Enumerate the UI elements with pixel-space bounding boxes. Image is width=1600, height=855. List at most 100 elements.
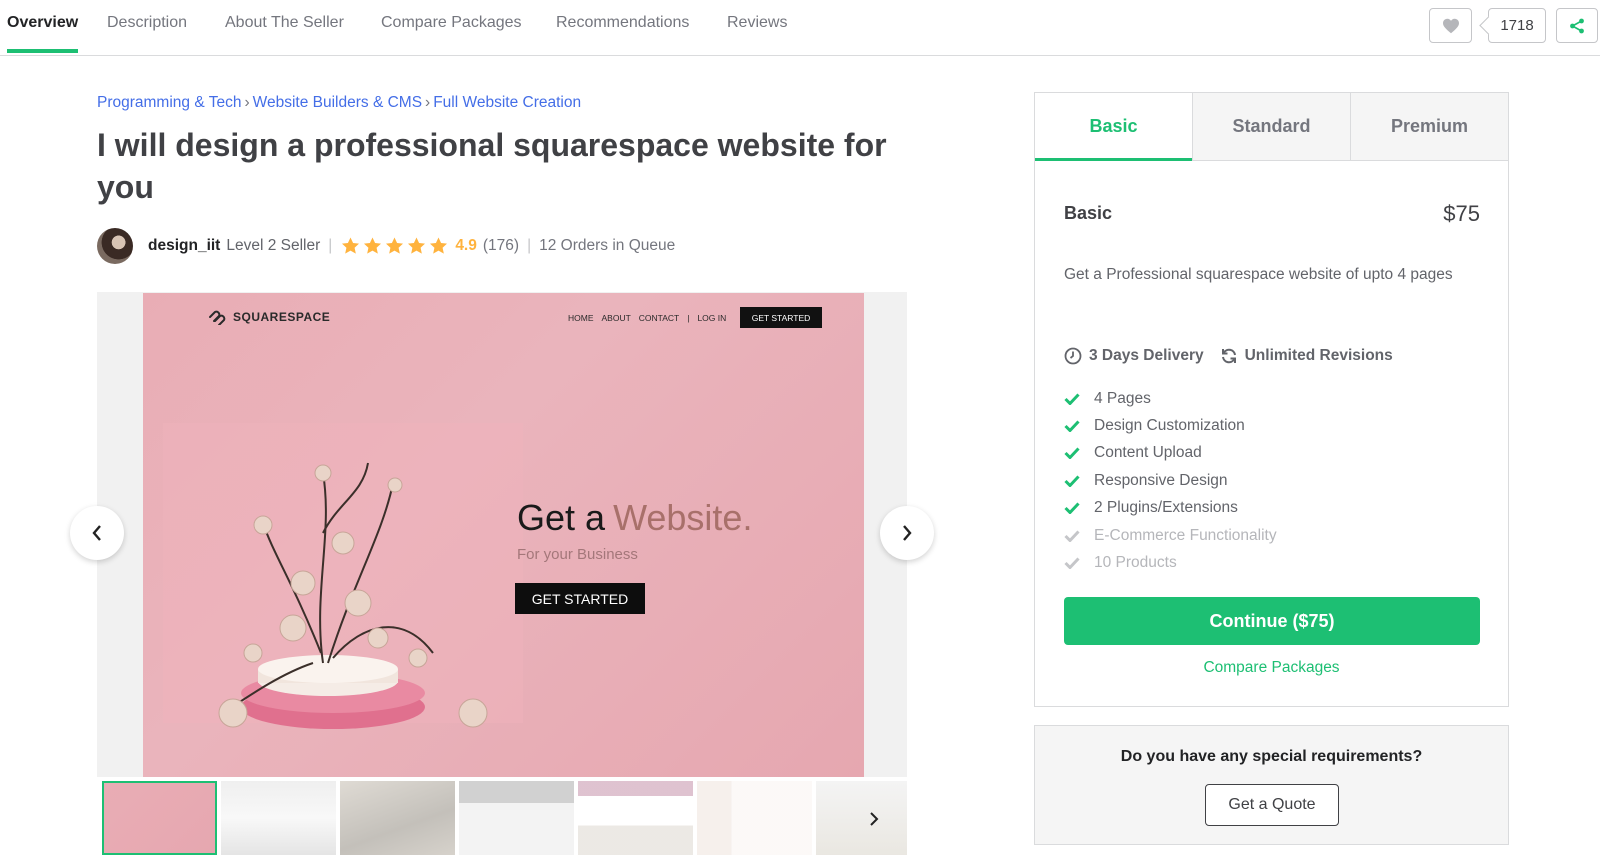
feature-label: Responsive Design: [1094, 471, 1228, 489]
gallery-prev-button[interactable]: [70, 506, 124, 560]
package-tab-basic[interactable]: Basic: [1035, 93, 1193, 161]
preview-subline: For your Business: [517, 546, 638, 563]
breadcrumb-programming-tech[interactable]: Programming & Tech: [97, 94, 241, 111]
refresh-icon: [1221, 348, 1236, 364]
ratings-count[interactable]: (176): [483, 237, 519, 255]
star-icon: [408, 237, 426, 254]
feature-item: Responsive Design: [1064, 467, 1277, 494]
check-icon: [1064, 420, 1080, 433]
feature-label: 4 Pages: [1094, 389, 1151, 407]
feature-label: E-Commerce Functionality: [1094, 526, 1277, 544]
seller-level: Level 2 Seller: [226, 237, 321, 254]
special-requirements-question: Do you have any special requirements?: [1120, 748, 1423, 765]
feature-item: 4 Pages: [1064, 385, 1277, 412]
seller-name[interactable]: design_iit: [148, 237, 220, 255]
chevron-right-icon: ›: [425, 94, 431, 111]
breadcrumb: Programming & Tech › Website Builders & CM…: [97, 94, 581, 112]
revisions-label: Unlimited Revisions: [1244, 347, 1393, 364]
share-icon: [1570, 18, 1584, 33]
package-description: Get a Professional squarespace website o…: [1064, 266, 1453, 283]
squarespace-logo: SQUARESPACE: [207, 309, 330, 325]
gallery-thumbnail[interactable]: [102, 781, 217, 855]
check-icon: [1064, 447, 1080, 460]
breadcrumb-full-website-creation[interactable]: Full Website Creation: [433, 94, 581, 111]
delivery-info: 3 Days Delivery Unlimited Revisions: [1064, 347, 1409, 365]
divider: |: [527, 237, 532, 254]
preview-nav-about: ABOUT: [601, 313, 631, 323]
package-name: Basic: [1064, 203, 1113, 223]
tab-description[interactable]: Description: [107, 14, 187, 32]
package-card: Basic Standard Premium Basic $75 Get a P…: [1034, 92, 1509, 707]
preview-nav-divider: |: [687, 313, 690, 323]
squarespace-logo-icon: [209, 310, 226, 325]
tab-reviews[interactable]: Reviews: [727, 14, 787, 32]
gallery-main-image: SQUARESPACE HOME ABOUT CONTACT | LOG IN …: [143, 293, 864, 777]
gig-gallery: SQUARESPACE HOME ABOUT CONTACT | LOG IN …: [97, 292, 907, 777]
orders-in-queue: 12 Orders in Queue: [539, 237, 676, 254]
tab-about-the-seller[interactable]: About The Seller: [225, 14, 344, 32]
gallery-thumbnail[interactable]: [578, 781, 693, 855]
get-a-quote-button[interactable]: Get a Quote: [1205, 784, 1339, 826]
star-icon: [430, 237, 448, 254]
flower-illustration: [163, 423, 523, 729]
feature-item: Design Customization: [1064, 412, 1277, 439]
tab-compare-packages[interactable]: Compare Packages: [381, 14, 522, 32]
feature-item: 2 Plugins/Extensions: [1064, 495, 1277, 522]
preview-cta: GET STARTED: [515, 583, 645, 614]
package-tab-premium[interactable]: Premium: [1351, 93, 1508, 160]
star-icon: [364, 237, 382, 254]
star-icon: [342, 237, 360, 254]
breadcrumb-website-builders[interactable]: Website Builders & CMS: [253, 94, 422, 111]
divider: |: [328, 237, 333, 254]
check-icon: [1064, 393, 1080, 405]
seller-overview: design_iit Level 2 Seller | 4.9 (176) | …: [97, 228, 675, 264]
top-navigation: Overview Description About The Seller Co…: [0, 0, 1600, 56]
preview-headline-main: Get a: [517, 497, 606, 538]
chevron-right-icon: ›: [244, 94, 250, 111]
feature-item: Content Upload: [1064, 440, 1277, 467]
feature-item-excluded: 10 Products: [1064, 549, 1277, 576]
special-requirements-box: Do you have any special requirements? Ge…: [1034, 725, 1509, 845]
feature-label: Content Upload: [1094, 444, 1202, 462]
check-icon: [1064, 557, 1080, 570]
rating-score: 4.9: [455, 237, 477, 254]
continue-button[interactable]: Continue ($75): [1064, 597, 1480, 645]
preview-nav-login: LOG IN: [697, 313, 727, 323]
package-price: $75: [1443, 201, 1480, 226]
chevron-left-icon: [92, 525, 101, 541]
gallery-thumbnail[interactable]: [459, 781, 574, 855]
feature-label: 2 Plugins/Extensions: [1094, 499, 1238, 517]
gallery-thumbnail[interactable]: [816, 781, 907, 855]
gallery-next-button[interactable]: [880, 506, 934, 560]
package-tabs: Basic Standard Premium: [1035, 93, 1508, 161]
tab-recommendations[interactable]: Recommendations: [556, 14, 689, 32]
seller-avatar[interactable]: [97, 228, 133, 264]
squarespace-brand-text: SQUARESPACE: [233, 310, 331, 324]
chevron-right-icon: [870, 812, 879, 826]
revisions: Unlimited Revisions: [1220, 347, 1393, 365]
preview-headline-accent: Website.: [613, 497, 753, 538]
save-count: 1718: [1488, 8, 1546, 43]
chevron-right-icon: [903, 525, 912, 541]
feature-label: 10 Products: [1094, 554, 1177, 572]
gallery-thumbnail[interactable]: [221, 781, 336, 855]
preview-nav-home: HOME: [568, 313, 594, 323]
thumbnails-next-button[interactable]: [869, 811, 879, 832]
gallery-thumbnail[interactable]: [697, 781, 812, 855]
preview-headline: Get a Website.: [517, 497, 752, 539]
share-button[interactable]: [1556, 8, 1598, 43]
gallery-thumbnail[interactable]: [340, 781, 455, 855]
delivery-time-label: 3 Days Delivery: [1089, 347, 1204, 364]
gig-title: I will design a professional squarespace…: [97, 127, 887, 205]
tab-overview[interactable]: Overview: [7, 14, 79, 53]
feature-label: Design Customization: [1094, 417, 1245, 435]
rating-stars: [340, 236, 449, 256]
compare-packages-link[interactable]: Compare Packages: [1035, 659, 1508, 677]
package-tab-standard[interactable]: Standard: [1193, 93, 1351, 160]
preview-nav-contact: CONTACT: [638, 313, 680, 323]
star-icon: [386, 237, 404, 254]
feature-list: 4 Pages Design Customization Content Upl…: [1064, 385, 1277, 577]
delivery-time: 3 Days Delivery: [1064, 347, 1204, 365]
check-icon: [1064, 530, 1080, 542]
save-button[interactable]: [1429, 8, 1472, 43]
